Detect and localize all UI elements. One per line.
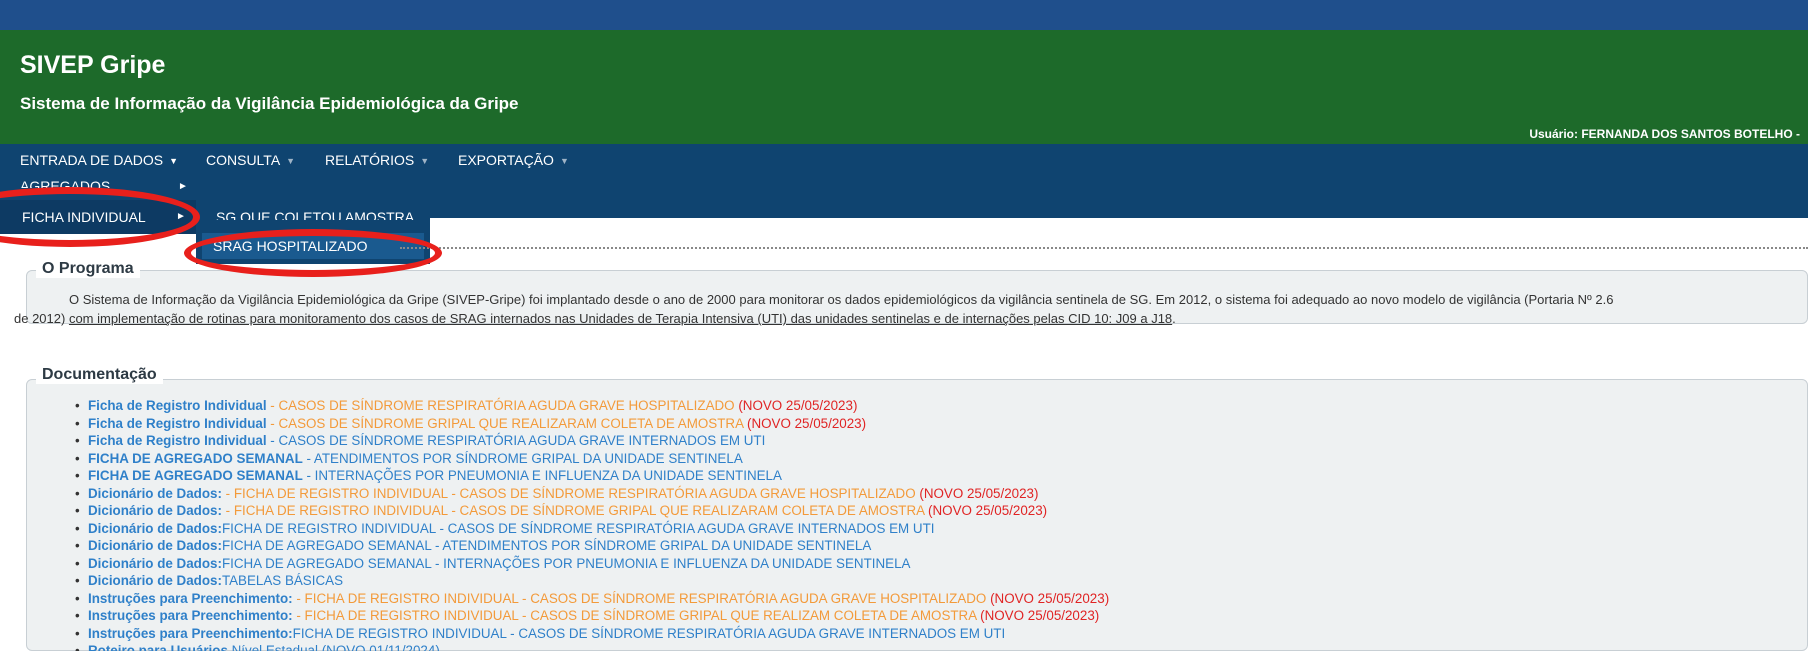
app-subtitle: Sistema de Informação da Vigilância Epid… [20, 94, 519, 113]
submenu-ficha-individual[interactable]: FICHA INDIVIDUAL [22, 209, 146, 225]
programa-legend: O Programa [36, 260, 140, 278]
caret-down-icon: ▼ [169, 156, 179, 167]
nav-consulta-label: CONSULTA [206, 152, 281, 168]
doc-link[interactable]: Instruções para Preenchimento: [88, 608, 293, 623]
nav-entrada-label: ENTRADA DE DADOS [20, 152, 164, 168]
doc-new-tag: (NOVO 25/05/2023) [734, 398, 858, 413]
doc-link[interactable]: Instruções para Preenchimento: [88, 591, 293, 606]
programa-text: O Sistema de Informação da Vigilância Ep… [14, 290, 1804, 328]
nav-exportacao[interactable]: EXPORTAÇÃO ▼ [458, 152, 569, 168]
doc-desc: Nível Estadual [227, 643, 318, 651]
doc-link[interactable]: Dicionário de Dados: [88, 538, 222, 553]
doc-item[interactable]: FICHA DE AGREGADO SEMANAL - INTERNAÇÕES … [75, 467, 1109, 485]
doc-desc: - CASOS DE SÍNDROME RESPIRATÓRIA AGUDA G… [266, 398, 735, 413]
doc-item[interactable]: Dicionário de Dados:FICHA DE AGREGADO SE… [75, 537, 1109, 555]
programa-line2-suffix: . [1172, 311, 1176, 326]
doc-new-tag: (NOVO 25/05/2023) [915, 485, 1039, 501]
caret-down-icon: ▼ [559, 156, 569, 167]
nav-exportacao-label: EXPORTAÇÃO [458, 152, 554, 168]
programa-line1: O Sistema de Informação da Vigilância Ep… [69, 292, 1614, 307]
doc-link[interactable]: FICHA DE AGREGADO [88, 468, 237, 483]
doc-desc: FICHA DE AGREGADO SEMANAL - ATENDIMENTOS… [221, 538, 872, 553]
documentacao-legend: Documentação [36, 366, 163, 384]
doc-item[interactable]: Roteiro para Usuários Nível Estadual (NO… [75, 642, 1109, 651]
doc-item[interactable]: Dicionário de Dados:FICHA DE REGISTRO IN… [75, 520, 1109, 538]
nav-consulta[interactable]: CONSULTA ▼ [206, 152, 295, 168]
app-title: SIVEP Gripe [20, 51, 166, 79]
user-info: Usuário: FERNANDA DOS SANTOS BOTELHO - [1529, 127, 1800, 141]
doc-link[interactable]: Roteiro para Usuários [88, 643, 228, 651]
doc-link[interactable]: Dicionário de Dados: [88, 556, 222, 571]
caret-right-icon: ► [176, 211, 186, 222]
submenu-sg-amostra[interactable]: SG QUE COLETOU AMOSTRA [216, 209, 414, 220]
doc-item[interactable]: Dicionário de Dados: - FICHA DE REGISTRO… [75, 502, 1109, 520]
doc-new-tag: (NOVO 25/05/2023) [986, 590, 1110, 606]
nav-relatorios[interactable]: RELATÓRIOS ▼ [325, 152, 429, 168]
doc-item[interactable]: Ficha de Registro Individual - CASOS DE … [75, 432, 1109, 450]
submenu-ficha-panel: SG QUE COLETOU AMOSTRA SRAG HOSPITALIZAD… [196, 200, 430, 264]
doc-link[interactable]: Instruções para Preenchimento: [88, 626, 293, 641]
doc-link[interactable]: Dicionário de Dados: [88, 521, 222, 536]
header: SIVEP Gripe Sistema de Informação da Vig… [0, 30, 1808, 144]
doc-item[interactable]: Dicionário de Dados:FICHA DE AGREGADO SE… [75, 555, 1109, 573]
top-strip [0, 0, 1808, 32]
caret-down-icon: ▼ [286, 156, 296, 167]
doc-link[interactable]: Ficha de Registro Individual [88, 416, 267, 431]
doc-item[interactable]: Dicionário de Dados: - FICHA DE REGISTRO… [75, 485, 1109, 503]
submenu-srag-hospitalizado[interactable]: SRAG HOSPITALIZADO [213, 238, 368, 254]
doc-item[interactable]: Dicionário de Dados:TABELAS BÁSICAS [75, 572, 1109, 590]
caret-down-icon: ▼ [420, 156, 430, 167]
doc-item[interactable]: Ficha de Registro Individual - CASOS DE … [75, 397, 1109, 415]
doc-desc: - CASOS DE SÍNDROME GRIPAL QUE REALIZARA… [266, 415, 744, 431]
doc-item[interactable]: Instruções para Preenchimento: - FICHA D… [75, 607, 1109, 625]
programa-line2: de 2012) com implementação de rotinas pa… [14, 309, 1804, 328]
doc-item[interactable]: Instruções para Preenchimento:FICHA DE R… [75, 625, 1109, 643]
doc-desc: - FICHA DE REGISTRO INDIVIDUAL - CASOS D… [292, 608, 977, 623]
doc-link[interactable]: Dicionário de Dados: [88, 503, 222, 518]
doc-link[interactable]: FICHA DE AGREGADO [88, 451, 237, 466]
doc-desc: - FICHA DE REGISTRO INDIVIDUAL - CASOS D… [221, 503, 925, 518]
doc-new-tag: (NOVO 25/05/2023) [976, 608, 1100, 623]
nav-entrada-de-dados[interactable]: ENTRADA DE DADOS ▼ [20, 152, 178, 168]
doc-link[interactable]: Dicionário de Dados: [88, 486, 222, 501]
doc-desc: FICHA DE REGISTRO INDIVIDUAL - CASOS DE … [292, 625, 1006, 641]
doc-desc: - ATENDIMENTOS POR SÍNDROME GRIPAL DA UN… [302, 450, 743, 466]
doc-link[interactable]: Dicionário de Dados: [88, 573, 222, 588]
programa-link[interactable]: com implementação de rotinas para monito… [69, 311, 1172, 326]
doc-item[interactable]: Instruções para Preenchimento: - FICHA D… [75, 590, 1110, 608]
doc-new-tag: (NOVO 25/05/2023) [743, 415, 867, 431]
divider [400, 247, 1808, 249]
doc-link[interactable]: Ficha de Registro Individual [88, 433, 267, 448]
doc-link-suffix[interactable]: SEMANAL [237, 468, 303, 483]
programa-line2-prefix: de 2012) [14, 311, 69, 326]
doc-new-tag: (NOVO 25/05/2023) [924, 503, 1048, 518]
doc-desc: - FICHA DE REGISTRO INDIVIDUAL - CASOS D… [221, 485, 916, 501]
doc-desc: - INTERNAÇÕES POR PNEUMONIA E INFLUENZA … [302, 468, 782, 483]
doc-desc: - CASOS DE SÍNDROME RESPIRATÓRIA AGUDA G… [266, 433, 766, 448]
doc-desc: - FICHA DE REGISTRO INDIVIDUAL - CASOS D… [292, 590, 987, 606]
doc-desc: TABELAS BÁSICAS [221, 573, 343, 588]
doc-item[interactable]: FICHA DE AGREGADO SEMANAL - ATENDIMENTOS… [75, 450, 1109, 468]
doc-link-suffix[interactable]: SEMANAL [237, 451, 303, 466]
doc-new-tag: (NOVO 01/11/2024) [317, 643, 440, 651]
nav-relatorios-label: RELATÓRIOS [325, 152, 415, 168]
doc-link[interactable]: Ficha de Registro Individual [88, 398, 267, 413]
doc-desc: FICHA DE REGISTRO INDIVIDUAL - CASOS DE … [221, 520, 935, 536]
documentacao-list: Ficha de Registro Individual - CASOS DE … [75, 397, 1110, 651]
doc-item[interactable]: Ficha de Registro Individual - CASOS DE … [75, 415, 1109, 433]
caret-right-icon: ► [178, 181, 188, 192]
page: SIVEP Gripe Sistema de Informação da Vig… [0, 0, 1818, 651]
doc-desc: FICHA DE AGREGADO SEMANAL - INTERNAÇÕES … [221, 555, 911, 571]
